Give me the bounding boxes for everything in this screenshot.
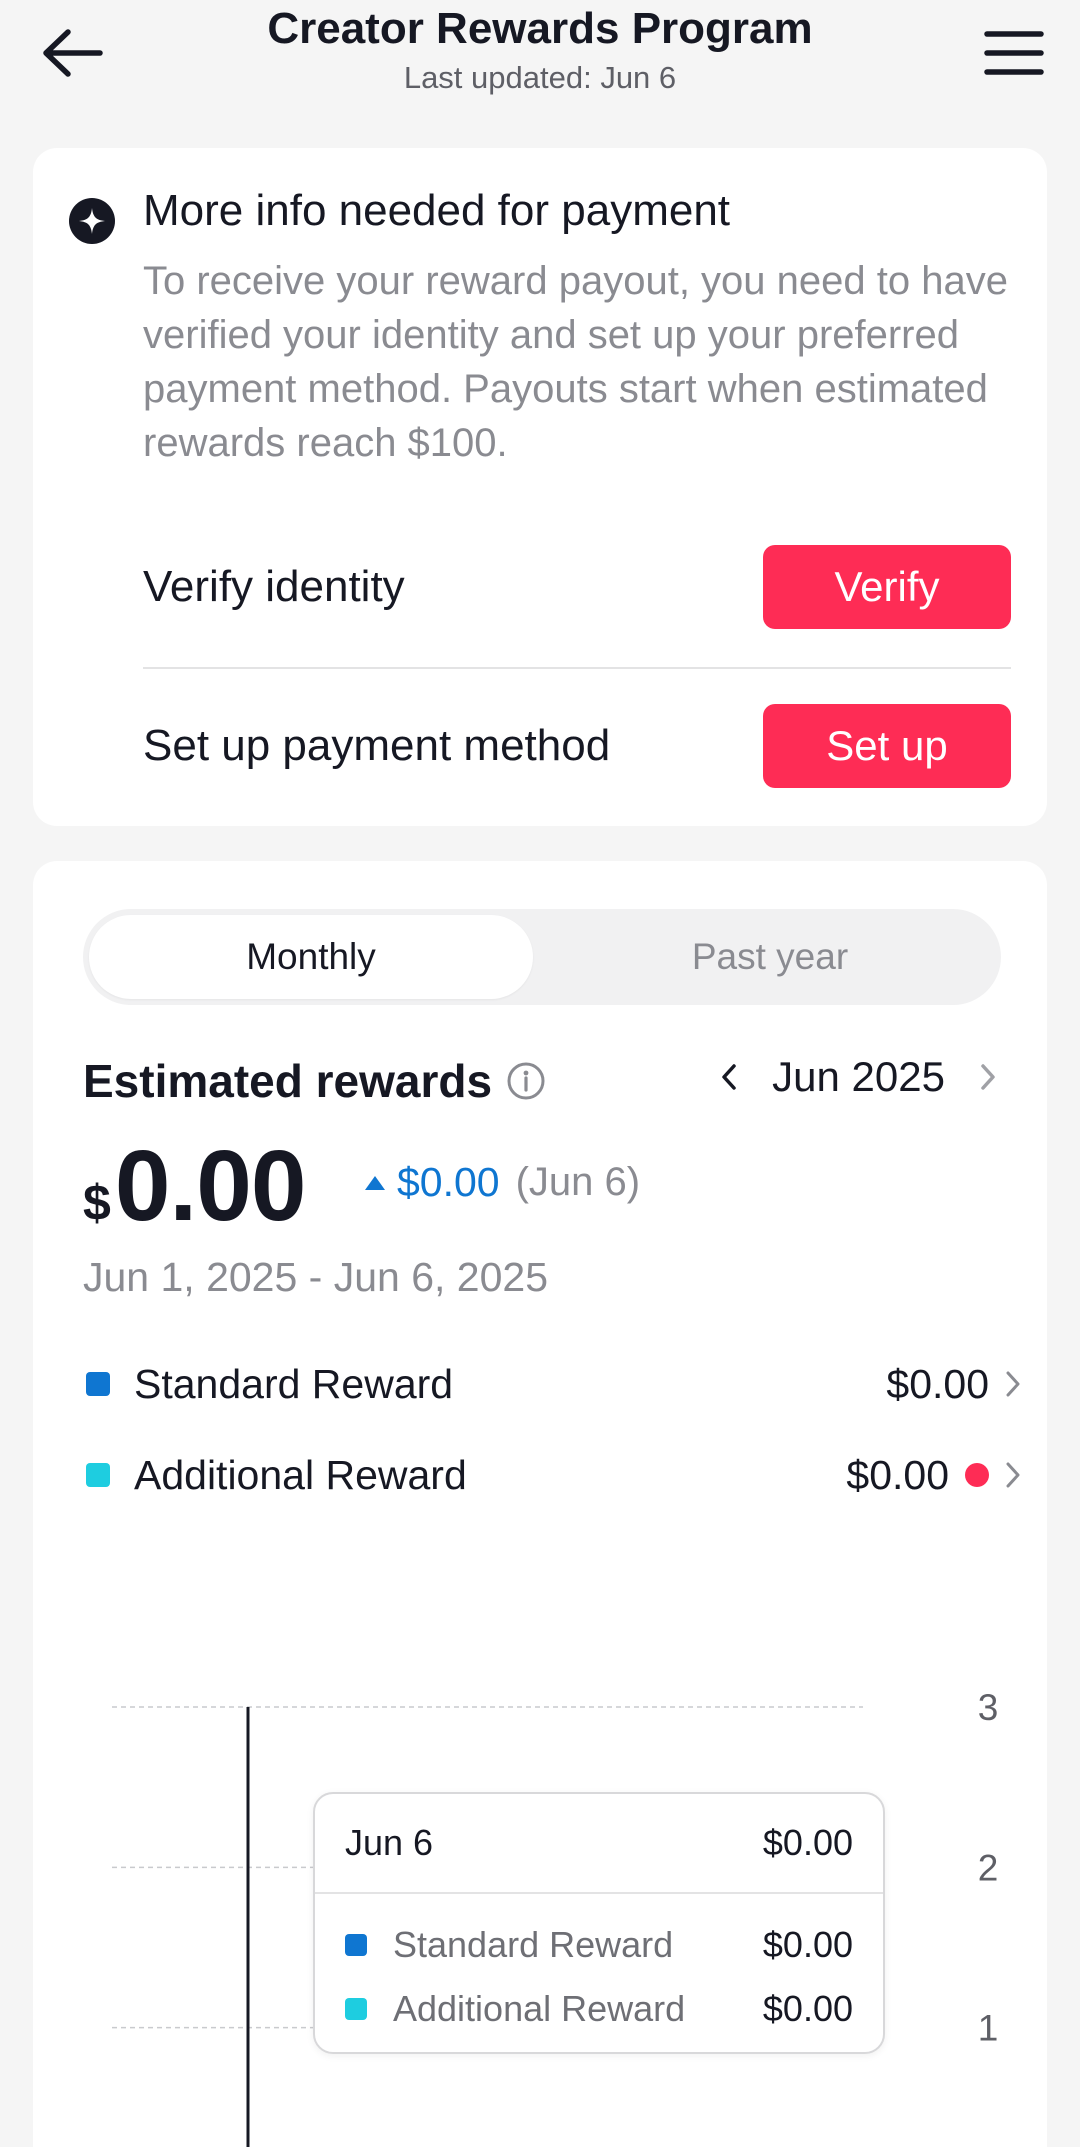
verify-identity-row: Verify identity Verify bbox=[143, 544, 1011, 630]
tab-monthly[interactable]: Monthly bbox=[89, 915, 533, 999]
chart-tooltip: Jun 6 $0.00 Standard Reward $0.00 Additi… bbox=[313, 1792, 885, 2054]
tooltip-standard-row: Standard Reward $0.00 bbox=[345, 1924, 853, 1966]
additional-reward-label: Additional Reward bbox=[134, 1451, 467, 1498]
payment-method-row: Set up payment method Set up bbox=[143, 703, 1011, 789]
y-tick-label: 2 bbox=[978, 1847, 999, 1888]
verify-identity-label: Verify identity bbox=[143, 562, 405, 611]
chevron-left-icon bbox=[722, 1064, 736, 1090]
info-circle-icon[interactable] bbox=[506, 1061, 546, 1101]
page-title: Creator Rewards Program bbox=[267, 4, 813, 53]
amount-value: 0.00 bbox=[114, 1130, 307, 1242]
total-amount: $ 0.00 bbox=[83, 1129, 307, 1244]
standard-reward-label: Standard Reward bbox=[134, 1360, 454, 1407]
tooltip-additional-row: Additional Reward $0.00 bbox=[345, 1988, 853, 2030]
estimated-rewards-heading: Estimated rewards bbox=[83, 1054, 546, 1108]
payment-method-label: Set up payment method bbox=[143, 721, 611, 770]
standard-reward-value: $0.00 bbox=[886, 1360, 989, 1407]
month-navigator: Jun 2025 bbox=[720, 1053, 997, 1101]
header: Creator Rewards Program Last updated: Ju… bbox=[0, 0, 1080, 120]
previous-month-button[interactable] bbox=[720, 1063, 738, 1091]
tooltip-standard-value: $0.00 bbox=[762, 1924, 853, 1965]
additional-reward-value: $0.00 bbox=[846, 1451, 949, 1498]
divider bbox=[143, 667, 1011, 669]
daily-change: $0.00 (Jun 6) bbox=[363, 1159, 640, 1206]
rewards-card: Monthly Past year Estimated rewards Jun … bbox=[33, 861, 1047, 2147]
tooltip-total: $0.00 bbox=[762, 1822, 853, 1863]
tooltip-standard-swatch bbox=[345, 1934, 367, 1956]
additional-reward-swatch bbox=[86, 1463, 110, 1487]
tab-past-year[interactable]: Past year bbox=[545, 915, 995, 999]
standard-reward-row[interactable]: Standard Reward $0.00 bbox=[83, 1354, 1021, 1414]
tooltip-additional-swatch bbox=[345, 1998, 367, 2020]
delta-date: (Jun 6) bbox=[515, 1160, 641, 1204]
tooltip-date: Jun 6 bbox=[345, 1822, 434, 1863]
sparkle-icon bbox=[69, 198, 115, 244]
verify-button[interactable]: Verify bbox=[763, 545, 1011, 629]
tooltip-additional-label: Additional Reward bbox=[393, 1988, 686, 2029]
info-description: To receive your reward payout, you need … bbox=[143, 259, 1008, 465]
chevron-right-icon bbox=[1005, 1461, 1021, 1489]
y-tick-label: 3 bbox=[978, 1687, 999, 1728]
chevron-right-icon bbox=[981, 1064, 995, 1090]
next-month-button[interactable] bbox=[979, 1063, 997, 1091]
tooltip-additional-value: $0.00 bbox=[762, 1988, 853, 2029]
y-tick-label: 1 bbox=[978, 2008, 999, 2049]
triangle-up-icon bbox=[365, 1175, 385, 1190]
period-segmented-control: Monthly Past year bbox=[83, 909, 1001, 1005]
payment-info-card: More info needed for payment To receive … bbox=[33, 148, 1047, 826]
hamburger-icon bbox=[984, 31, 1044, 75]
notification-dot bbox=[965, 1463, 989, 1487]
estimated-rewards-title: Estimated rewards bbox=[83, 1055, 493, 1107]
chevron-right-icon bbox=[1005, 1370, 1021, 1398]
standard-reward-swatch bbox=[86, 1372, 110, 1396]
current-month: Jun 2025 bbox=[772, 1053, 945, 1100]
info-title: More info needed for payment bbox=[143, 186, 731, 235]
tooltip-standard-label: Standard Reward bbox=[393, 1924, 674, 1965]
delta-value: $0.00 bbox=[397, 1159, 500, 1205]
tooltip-divider bbox=[315, 1892, 883, 1894]
tooltip-header: Jun 6 $0.00 bbox=[345, 1822, 853, 1864]
date-range: Jun 1, 2025 - Jun 6, 2025 bbox=[83, 1254, 549, 1300]
amount-currency: $ bbox=[83, 1175, 111, 1231]
last-updated: Last updated: Jun 6 bbox=[403, 60, 677, 95]
menu-button[interactable] bbox=[964, 18, 1044, 88]
set-up-button[interactable]: Set up bbox=[763, 704, 1011, 788]
additional-reward-row[interactable]: Additional Reward $0.00 bbox=[83, 1445, 1021, 1505]
